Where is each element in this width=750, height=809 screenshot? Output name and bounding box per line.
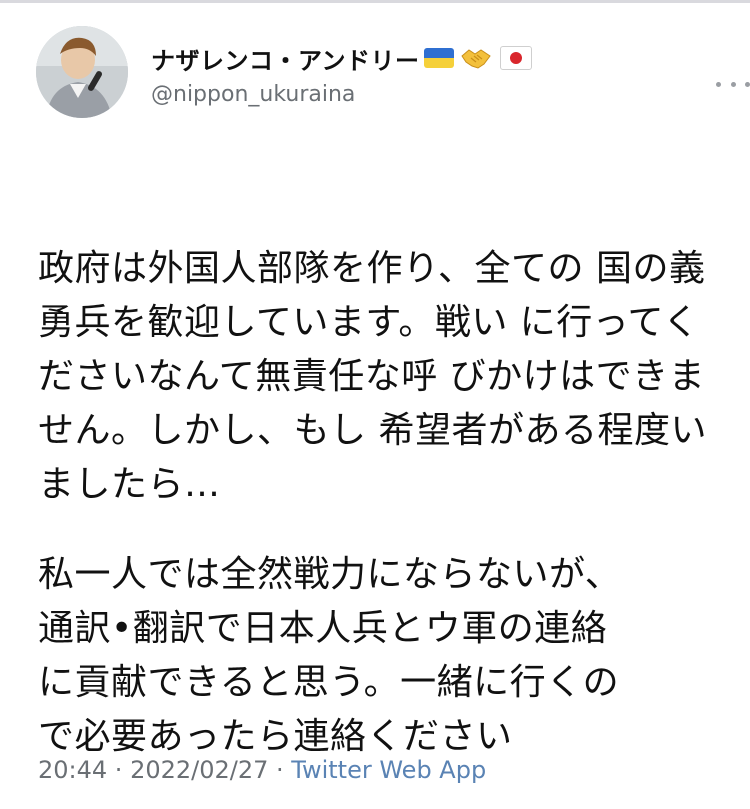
tweet-source-link[interactable]: Twitter Web App — [291, 756, 486, 784]
more-options-button[interactable] — [716, 74, 750, 94]
tweet-paragraph-text: 政府は外国人部隊を作り、全ての 国の義勇兵を歓迎しています。戦い に行ってくださ… — [38, 248, 707, 505]
tweet-text: 政府は外国人部隊を作り、全ての 国の義勇兵を歓迎しています。戦い に行ってくださ… — [38, 166, 718, 786]
name-row: ナザレンコ・アンドリー — [151, 40, 532, 76]
handshake-icon — [460, 46, 492, 70]
divider — [0, 0, 750, 3]
avatar[interactable] — [36, 26, 128, 118]
tweet-time[interactable]: 20:44 — [38, 756, 107, 784]
tweet-meta: 20:44 · 2022/02/27 · Twitter Web App — [38, 756, 486, 784]
meta-separator: · — [268, 756, 292, 784]
tweet-header: ナザレンコ・アンドリー @nippon_ukuraina — [36, 26, 750, 126]
more-dot-icon — [730, 81, 736, 87]
flag-japan-icon — [499, 46, 532, 70]
display-name[interactable]: ナザレンコ・アンドリー — [151, 41, 420, 76]
more-dot-icon — [745, 81, 750, 87]
tweet-card: ナザレンコ・アンドリー @nippon_ukuraina 政府は外国人部隊を作り… — [0, 0, 750, 809]
tweet-paragraph — [38, 166, 718, 220]
tweet-date[interactable]: 2022/02/27 — [130, 756, 268, 784]
tweet-paragraph: 私一人では全然戦力にならないが、 通訳•翻訳で日本人兵とウ軍の連絡 に貢献できる… — [38, 554, 622, 757]
flag-ukraine-icon — [423, 48, 454, 68]
flag-ukraine-icon — [38, 180, 78, 206]
more-dot-icon — [716, 81, 721, 87]
user-handle[interactable]: @nippon_ukuraina — [151, 82, 355, 107]
meta-separator: · — [107, 756, 131, 784]
